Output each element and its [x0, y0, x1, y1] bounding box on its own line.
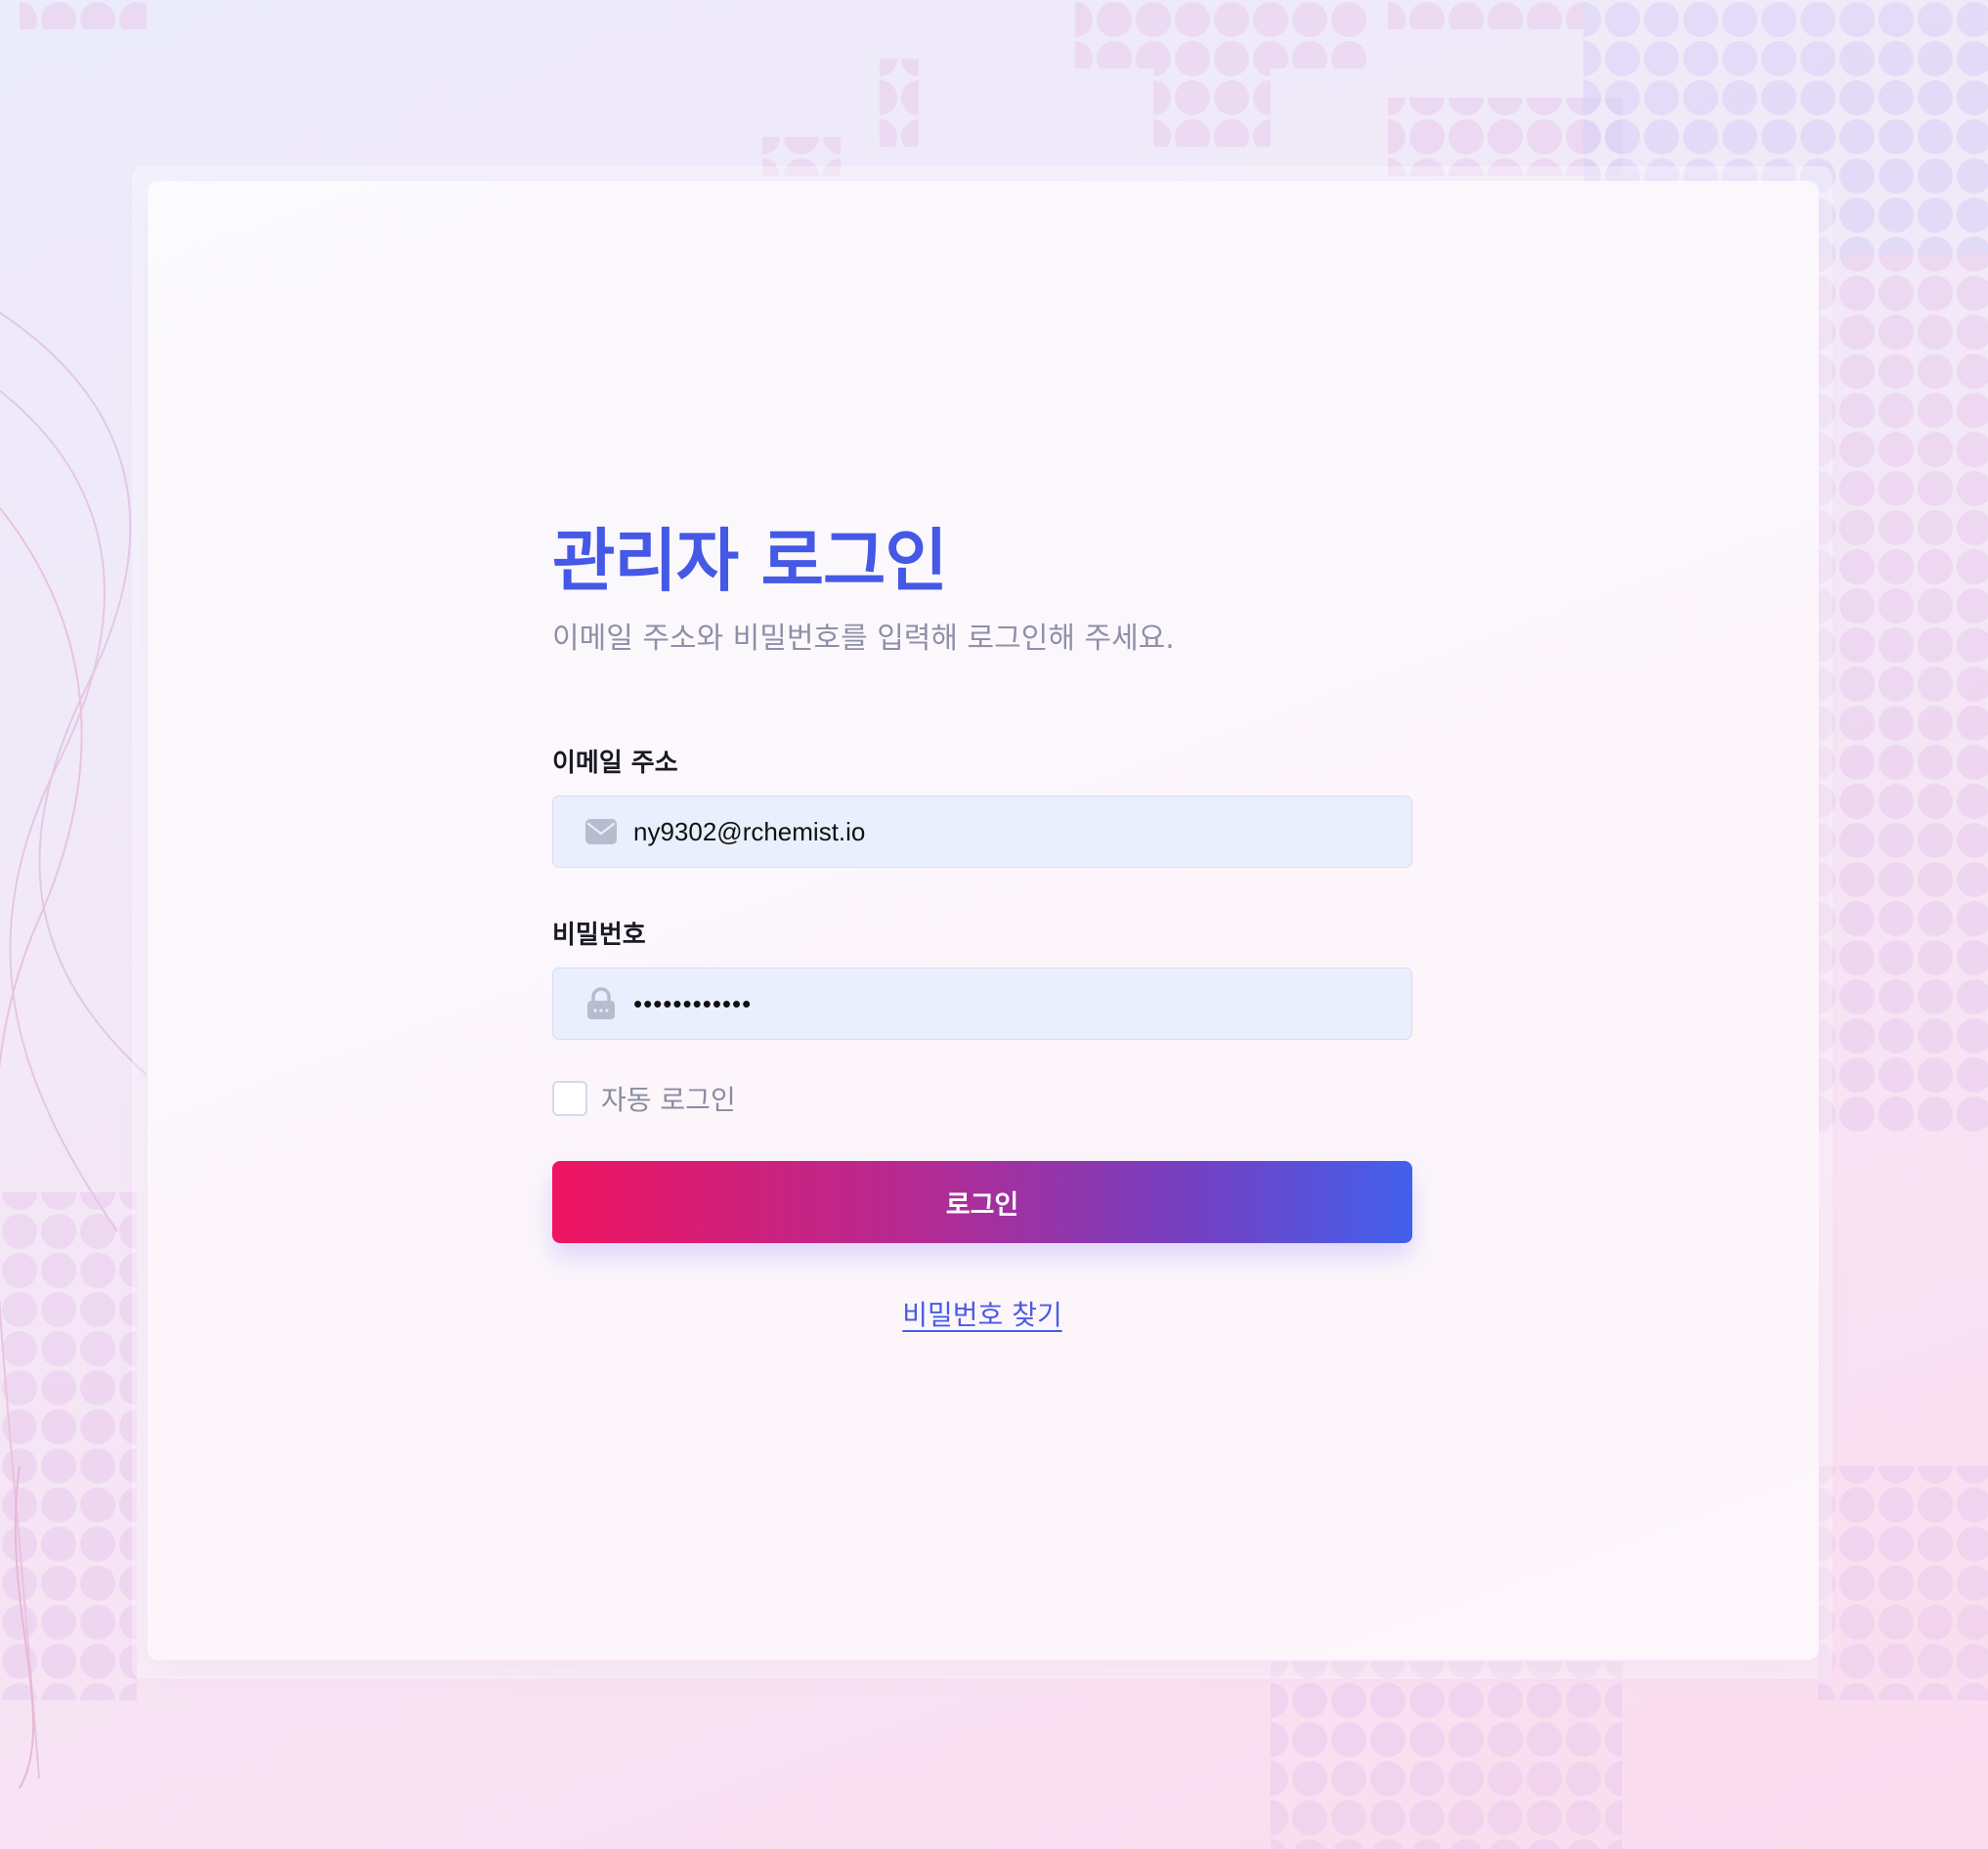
- login-form: 관리자 로그인 이메일 주소와 비밀번호를 입력해 로그인해 주세요. 이메일 …: [552, 518, 1412, 1333]
- password-label: 비밀번호: [552, 921, 646, 950]
- mail-icon: [584, 815, 618, 848]
- email-label: 이메일 주소: [552, 749, 678, 778]
- find-password-container: 비밀번호 찾기: [552, 1294, 1412, 1333]
- auto-login-checkbox[interactable]: [552, 1081, 587, 1116]
- auto-login-row[interactable]: 자동 로그인: [552, 1079, 1412, 1118]
- auto-login-label[interactable]: 자동 로그인: [601, 1079, 736, 1118]
- page-title: 관리자 로그인: [552, 521, 948, 601]
- password-field-container[interactable]: [552, 968, 1412, 1040]
- lock-icon: [584, 987, 618, 1020]
- find-password-link[interactable]: 비밀번호 찾기: [902, 1299, 1061, 1331]
- password-input[interactable]: [633, 968, 1392, 1039]
- email-field-container[interactable]: [552, 796, 1412, 868]
- page-subtitle: 이메일 주소와 비밀번호를 입력해 로그인해 주세요.: [552, 622, 1175, 656]
- email-input[interactable]: [633, 796, 1392, 867]
- login-button[interactable]: 로그인: [552, 1161, 1412, 1243]
